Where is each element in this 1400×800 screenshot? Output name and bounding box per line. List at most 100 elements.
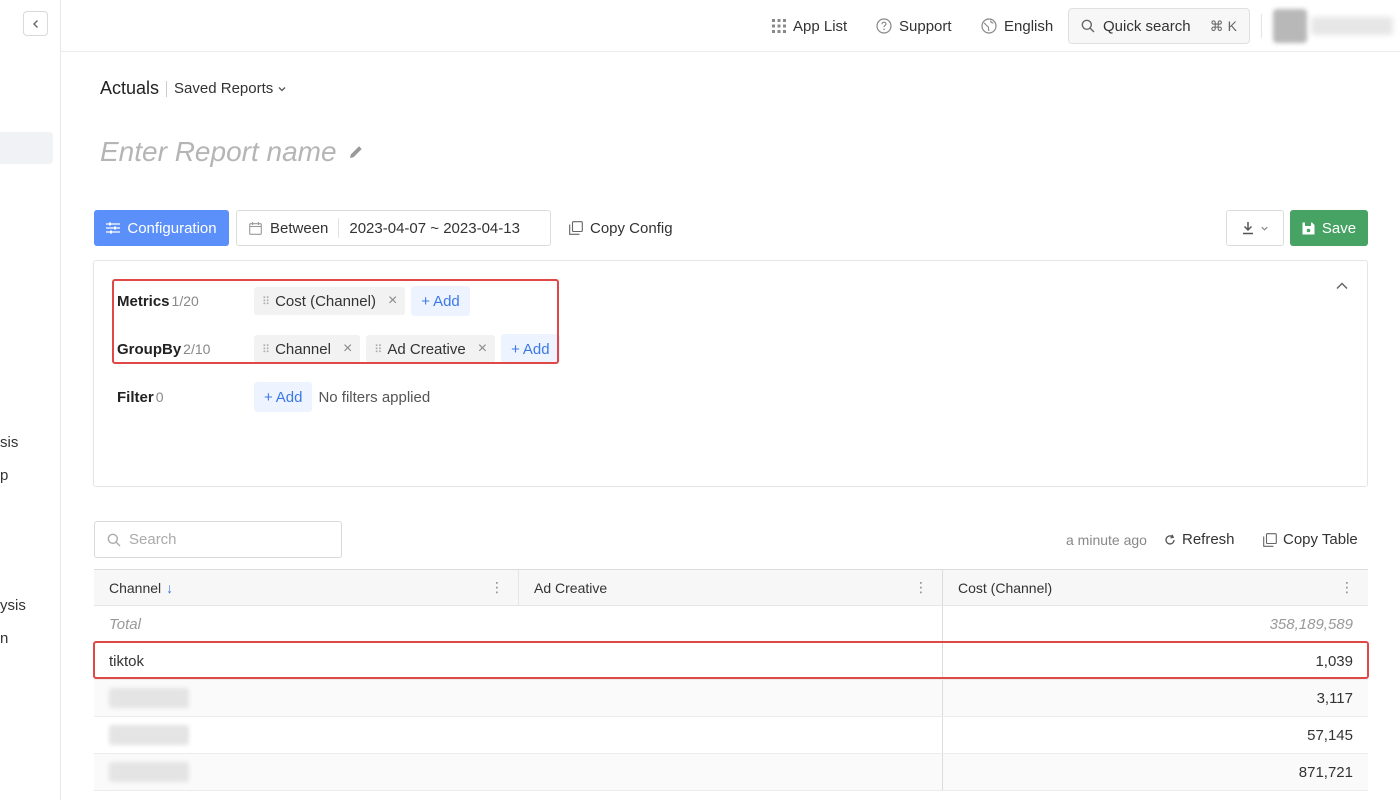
remove-icon[interactable]: × — [478, 340, 487, 358]
configuration-label: Configuration — [127, 219, 217, 237]
table-header: Channel ↓ ⋮ Ad Creative ⋮ Cost (Channel)… — [94, 570, 1368, 606]
sidebar-item-label[interactable]: n — [0, 630, 8, 647]
filter-row: Filter 0 + Add No filters applied — [117, 381, 430, 413]
support-button[interactable]: Support — [876, 0, 952, 52]
sliders-icon — [106, 222, 121, 234]
table-search-input[interactable] — [129, 531, 319, 548]
groupby-chip-channel[interactable]: ⠿ Channel × — [254, 335, 361, 363]
search-icon — [107, 533, 121, 546]
saved-reports-label: Saved Reports — [174, 80, 274, 97]
column-label: Cost (Channel) — [958, 579, 1053, 596]
divider — [166, 80, 168, 97]
table-cell: 1,039 — [942, 643, 1368, 679]
date-range-picker[interactable]: Between 2023-04-07 ~ 2023-04-13 — [236, 210, 551, 246]
copy-table-label: Copy Table — [1283, 531, 1358, 548]
search-icon — [1081, 19, 1095, 33]
language-selector[interactable]: English — [981, 0, 1053, 52]
avatar[interactable] — [1273, 9, 1307, 43]
chevron-up-icon[interactable] — [1335, 279, 1349, 293]
add-metric-button[interactable]: + Add — [411, 286, 470, 316]
divider — [338, 218, 340, 238]
metrics-row: Metrics 1/20 ⠿ Cost (Channel) × + Add — [117, 285, 470, 317]
save-label: Save — [1321, 219, 1357, 237]
date-range-value[interactable]: 2023-04-07 ~ 2023-04-13 — [349, 220, 520, 237]
copy-icon — [1263, 532, 1277, 547]
column-header-ad-creative[interactable]: Ad Creative ⋮ — [518, 570, 942, 605]
column-menu-icon[interactable]: ⋮ — [914, 579, 928, 596]
breadcrumb: Actuals Saved Reports — [100, 78, 287, 99]
quick-search-button[interactable]: Quick search ⌘ K — [1068, 8, 1250, 44]
divider — [1261, 14, 1262, 38]
configuration-button[interactable]: Configuration — [94, 210, 229, 246]
configuration-panel: Metrics 1/20 ⠿ Cost (Channel) × + Add Grou… — [93, 260, 1368, 487]
copy-config-label: Copy Config — [590, 219, 673, 237]
chip-label: Ad Creative — [387, 340, 466, 358]
table-search[interactable] — [94, 521, 342, 558]
sidebar-item-active[interactable] — [0, 132, 53, 164]
chip-label: Channel — [275, 340, 331, 358]
app-list-button[interactable]: App List — [772, 0, 847, 52]
remove-icon[interactable]: × — [343, 340, 352, 358]
column-header-cost[interactable]: Cost (Channel) ⋮ — [942, 570, 1368, 605]
column-label: Ad Creative — [534, 579, 608, 596]
help-circle-icon — [876, 18, 892, 34]
table-row[interactable]: 871,721 — [94, 754, 1368, 791]
table-cell: 57,145 — [942, 717, 1368, 753]
sidebar-item-label[interactable]: sis — [0, 434, 18, 451]
filter-count: 0 — [155, 388, 164, 405]
download-dropdown-button[interactable] — [1226, 210, 1284, 246]
remove-icon[interactable]: × — [388, 292, 397, 310]
column-header-channel[interactable]: Channel ↓ ⋮ — [94, 570, 518, 605]
table-row[interactable]: 3,117 — [94, 680, 1368, 717]
copy-config-button[interactable]: Copy Config — [569, 210, 673, 246]
main-content: Actuals Saved Reports Enter Report name … — [61, 52, 1400, 800]
add-filter-button[interactable]: + Add — [254, 382, 313, 412]
groupby-row: GroupBy 2/10 ⠿ Channel × ⠿ Ad Creative × … — [117, 333, 560, 365]
groupby-label: GroupBy 2/10 — [117, 341, 254, 358]
metric-chip-cost[interactable]: ⠿ Cost (Channel) × — [254, 287, 406, 315]
copy-table-button[interactable]: Copy Table — [1263, 521, 1358, 558]
top-bar: App List Support English Quick search ⌘ … — [61, 0, 1400, 52]
table-row-total[interactable]: Total 358,189,589 — [94, 606, 1368, 643]
redacted-text — [109, 688, 189, 708]
groupby-chip-ad-creative[interactable]: ⠿ Ad Creative × — [366, 335, 496, 363]
refresh-icon — [1165, 534, 1175, 545]
sort-descending-icon[interactable]: ↓ — [166, 580, 173, 596]
user-name-redacted[interactable] — [1311, 17, 1393, 35]
drag-handle-icon[interactable]: ⠿ — [374, 343, 382, 356]
drag-handle-icon[interactable]: ⠿ — [262, 343, 270, 356]
sidebar-item-label[interactable]: p — [0, 467, 8, 484]
plus-icon: + — [421, 292, 431, 310]
sidebar: sis p ysis n — [0, 0, 61, 800]
report-name-input[interactable]: Enter Report name — [100, 136, 365, 168]
column-menu-icon[interactable]: ⋮ — [1340, 579, 1354, 596]
date-mode-label[interactable]: Between — [270, 220, 328, 237]
filter-label: Filter 0 — [117, 389, 254, 406]
add-groupby-button[interactable]: + Add — [501, 334, 560, 364]
refresh-button[interactable]: Refresh — [1164, 521, 1235, 558]
chip-label: Cost (Channel) — [275, 292, 376, 310]
refresh-label: Refresh — [1182, 531, 1235, 548]
support-label: Support — [899, 17, 952, 35]
redacted-text — [109, 725, 189, 745]
column-menu-icon[interactable]: ⋮ — [490, 579, 504, 596]
copy-icon — [569, 221, 583, 235]
pencil-icon[interactable] — [347, 143, 365, 161]
metrics-label: Metrics 1/20 — [117, 293, 254, 310]
page-title: Actuals — [100, 78, 160, 98]
globe-icon — [981, 18, 997, 34]
drag-handle-icon[interactable]: ⠿ — [262, 295, 270, 308]
sidebar-collapse-button[interactable] — [23, 11, 48, 36]
table-cell: 358,189,589 — [942, 606, 1368, 642]
chevron-left-icon — [32, 19, 38, 28]
data-table: Channel ↓ ⋮ Ad Creative ⋮ Cost (Channel)… — [94, 569, 1368, 791]
save-button[interactable]: Save — [1290, 210, 1368, 246]
chevron-down-icon — [1260, 226, 1268, 231]
table-row[interactable]: 57,145 — [94, 717, 1368, 754]
sidebar-item-label[interactable]: ysis — [0, 597, 26, 614]
table-cell — [94, 680, 942, 716]
floppy-disk-icon — [1302, 222, 1315, 234]
table-row[interactable]: tiktok 1,039 — [94, 643, 1368, 680]
saved-reports-dropdown[interactable]: Saved Reports — [174, 80, 287, 97]
metrics-count: 1/20 — [171, 292, 199, 309]
